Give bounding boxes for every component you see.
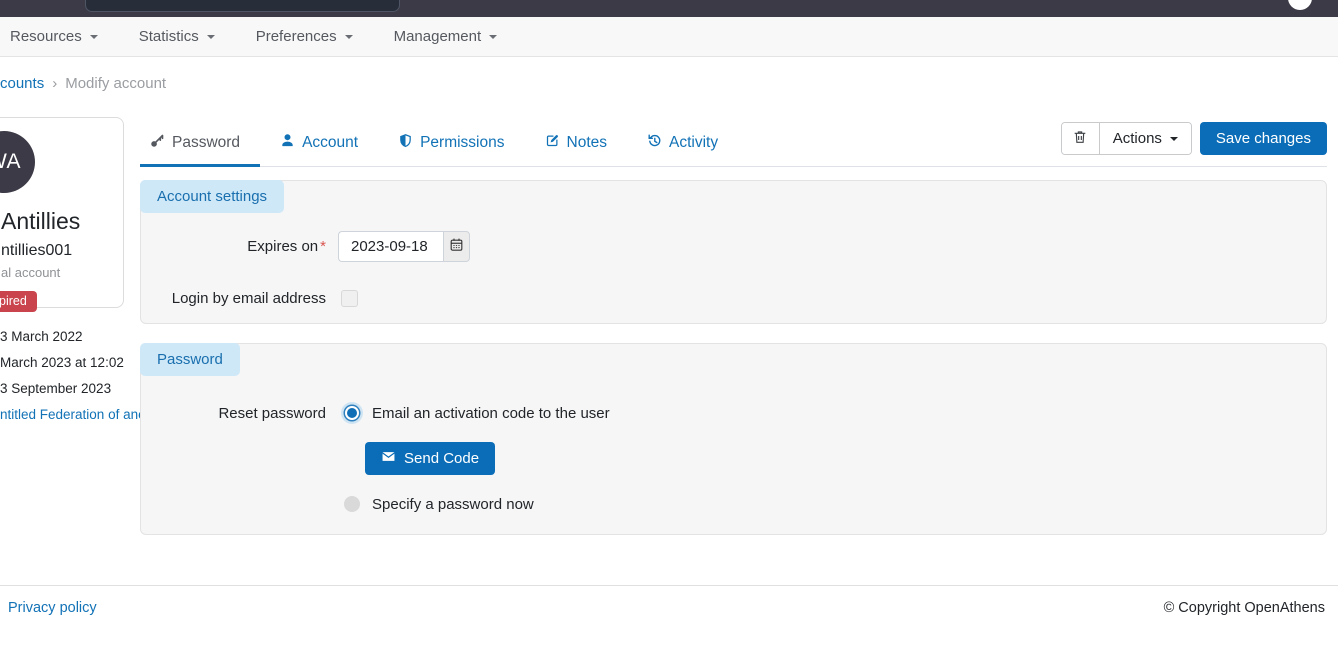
- trash-icon: [1072, 129, 1088, 149]
- expires-on-row: Expires on*: [141, 231, 1326, 262]
- actions-dropdown-button[interactable]: Actions: [1100, 123, 1191, 154]
- tab-activity[interactable]: Activity: [627, 120, 738, 166]
- history-icon: [647, 133, 662, 153]
- panel-title: Password: [140, 343, 240, 376]
- reset-password-row: Reset password Email an activation code …: [141, 402, 1326, 424]
- actions-label: Actions: [1113, 130, 1162, 147]
- required-mark: *: [320, 238, 326, 255]
- tab-permissions[interactable]: Permissions: [378, 120, 524, 166]
- nav-item-management[interactable]: Management: [394, 28, 498, 45]
- organisation-link[interactable]: ntitled Federation of anets: [0, 407, 124, 423]
- page-footer: Privacy policy © Copyright OpenAthens: [0, 585, 1338, 645]
- save-changes-button[interactable]: Save changes: [1200, 122, 1327, 155]
- privacy-policy-link[interactable]: Privacy policy: [8, 600, 97, 645]
- nav-item-label: Statistics: [139, 28, 199, 45]
- expires-date-group: [338, 231, 470, 262]
- caret-down-icon: [1170, 137, 1178, 141]
- account-type: al account: [1, 265, 123, 280]
- nav-item-label: Management: [394, 28, 482, 45]
- reset-password-label: Reset password: [141, 405, 326, 422]
- edit-note-icon: [545, 133, 560, 153]
- meta-expires-date: 3 September 2023: [0, 381, 124, 396]
- login-by-email-label: Login by email address: [141, 290, 326, 307]
- user-icon: [280, 133, 295, 153]
- tab-label: Activity: [669, 134, 718, 152]
- shield-icon: [398, 133, 413, 153]
- nav-item-label: Preferences: [256, 28, 337, 45]
- avatar: WA: [0, 131, 35, 193]
- nav-item-preferences[interactable]: Preferences: [256, 28, 353, 45]
- caret-down-icon: [207, 35, 215, 39]
- send-code-button[interactable]: Send Code: [365, 442, 495, 475]
- main-content: Password Account Permissions Notes Activ…: [140, 117, 1327, 535]
- copyright-text: © Copyright OpenAthens: [1164, 600, 1325, 645]
- envelope-icon: [381, 449, 396, 468]
- tab-label: Permissions: [420, 134, 504, 152]
- breadcrumb-separator: ›: [52, 75, 57, 92]
- avatar-initials: WA: [0, 150, 21, 174]
- delete-account-button[interactable]: [1062, 123, 1100, 154]
- breadcrumb: counts › Modify account: [0, 75, 166, 92]
- account-username: ntillies001: [1, 242, 123, 260]
- tab-notes[interactable]: Notes: [525, 120, 628, 166]
- specify-password-row: Specify a password now: [141, 493, 1326, 515]
- send-code-row: Send Code: [365, 442, 1326, 475]
- tabs-bar: Password Account Permissions Notes Activ…: [140, 117, 1327, 167]
- expires-on-label: Expires on*: [141, 238, 326, 255]
- login-by-email-row: Login by email address: [141, 290, 1326, 307]
- tab-password[interactable]: Password: [140, 120, 260, 166]
- tab-label: Password: [172, 134, 240, 152]
- nav-item-resources[interactable]: Resources: [10, 28, 98, 45]
- calendar-picker-button[interactable]: [443, 231, 470, 262]
- email-code-radio[interactable]: [341, 402, 363, 424]
- tab-label: Account: [302, 134, 358, 152]
- secondary-button-group: Actions: [1061, 122, 1192, 155]
- password-panel: Password Reset password Email an activat…: [140, 343, 1327, 535]
- login-by-email-checkbox[interactable]: [341, 290, 358, 307]
- tab-account[interactable]: Account: [260, 120, 378, 166]
- account-profile-card: WA Antillies ntillies001 al account pire…: [0, 117, 124, 308]
- caret-down-icon: [345, 35, 353, 39]
- breadcrumb-current: Modify account: [65, 75, 166, 92]
- calendar-icon: [449, 237, 464, 256]
- top-app-bar: [0, 0, 1338, 17]
- nav-item-statistics[interactable]: Statistics: [139, 28, 215, 45]
- status-badge: pired: [0, 291, 37, 312]
- meta-modified-date: March 2023 at 12:02: [0, 355, 124, 370]
- account-name: Antillies: [1, 208, 123, 235]
- email-code-option-label: Email an activation code to the user: [372, 405, 610, 422]
- specify-password-option-label: Specify a password now: [372, 496, 534, 513]
- page-toolbar: Actions Save changes: [1061, 122, 1327, 155]
- search-input[interactable]: [85, 0, 400, 12]
- caret-down-icon: [90, 35, 98, 39]
- account-settings-panel: Account settings Expires on* Login by em…: [140, 180, 1327, 324]
- user-avatar[interactable]: [1288, 0, 1312, 10]
- breadcrumb-accounts-link[interactable]: counts: [0, 75, 44, 92]
- specify-password-radio[interactable]: [341, 493, 363, 515]
- meta-created-date: 3 March 2022: [0, 329, 124, 344]
- key-icon: [150, 133, 165, 153]
- main-navbar: Resources Statistics Preferences Managem…: [0, 17, 1338, 57]
- nav-item-label: Resources: [10, 28, 82, 45]
- expires-date-input[interactable]: [338, 231, 443, 262]
- account-meta: 3 March 2022 March 2023 at 12:02 3 Septe…: [0, 329, 124, 434]
- panel-title: Account settings: [140, 180, 284, 213]
- caret-down-icon: [489, 35, 497, 39]
- tab-label: Notes: [567, 134, 608, 152]
